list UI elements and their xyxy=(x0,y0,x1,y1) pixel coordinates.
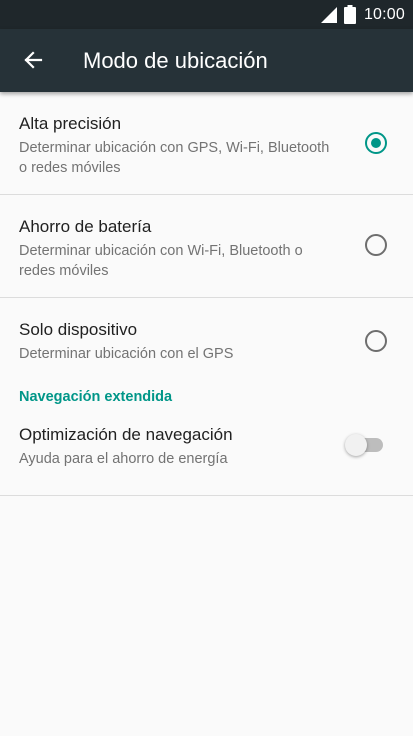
setting-navigation-optimization[interactable]: Optimización de navegación Ayuda para el… xyxy=(0,413,413,495)
radio-high-accuracy[interactable] xyxy=(365,132,387,154)
radio-device-only[interactable] xyxy=(365,330,387,352)
app-bar: Modo de ubicación xyxy=(0,29,413,92)
option-device-only[interactable]: Solo dispositivo Determinar ubicación co… xyxy=(0,298,413,381)
toggle-thumb xyxy=(345,434,367,456)
status-bar: 10:00 xyxy=(0,0,413,29)
option-subtitle: Determinar ubicación con el GPS xyxy=(19,346,234,362)
option-high-accuracy[interactable]: Alta precisión Determinar ubicación con … xyxy=(0,92,413,194)
option-title: Alta precisión xyxy=(19,114,122,133)
location-mode-list: Alta precisión Determinar ubicación con … xyxy=(0,92,413,496)
setting-subtitle: Ayuda para el ahorro de energía xyxy=(19,451,228,467)
section-header-extended-navigation: Navegación extendida xyxy=(19,389,173,405)
signal-icon xyxy=(320,6,337,23)
page-title: Modo de ubicación xyxy=(83,48,268,73)
status-time: 10:00 xyxy=(363,5,405,23)
battery-icon xyxy=(343,5,356,24)
divider xyxy=(0,495,413,496)
navigation-optimization-toggle[interactable] xyxy=(345,433,383,457)
option-title: Ahorro de batería xyxy=(19,217,152,236)
option-subtitle: Determinar ubicación con GPS, Wi-Fi, Blu… xyxy=(19,140,330,176)
option-title: Solo dispositivo xyxy=(19,320,138,339)
arrow-back-icon xyxy=(24,51,43,69)
option-battery-saving[interactable]: Ahorro de batería Determinar ubicación c… xyxy=(0,195,413,297)
option-subtitle: Determinar ubicación con Wi-Fi, Bluetoot… xyxy=(19,243,303,279)
radio-battery-saving[interactable] xyxy=(365,234,387,256)
back-button[interactable] xyxy=(12,39,54,81)
setting-title: Optimización de navegación xyxy=(19,425,233,444)
